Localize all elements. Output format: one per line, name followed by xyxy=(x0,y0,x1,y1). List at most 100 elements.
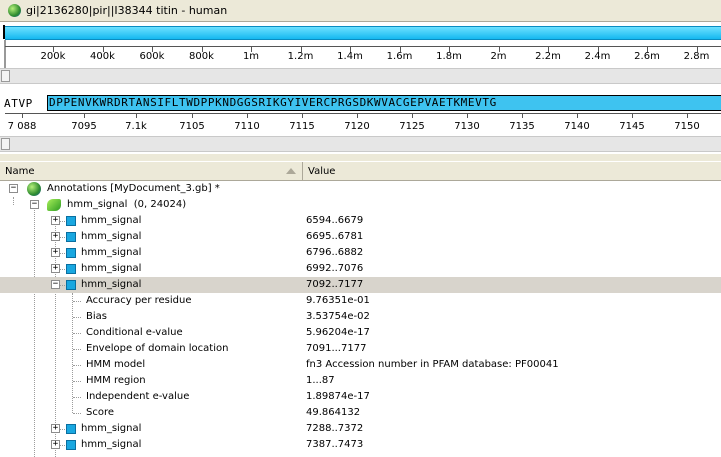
annotation-square-icon xyxy=(66,440,76,450)
sequence-detail-view[interactable]: ATVP DPPENVKWRDRTANSIFLTWDPPKNDGGSRIKGYI… xyxy=(0,86,721,136)
sequence-tick-label: 7110 xyxy=(234,121,260,132)
annotation-square-icon xyxy=(66,424,76,434)
column-header-name-label: Name xyxy=(5,166,35,177)
overview-scrollbar[interactable] xyxy=(0,68,721,84)
sequence-tick-label: 7125 xyxy=(399,121,425,132)
sort-ascending-icon xyxy=(286,168,296,174)
expand-icon[interactable]: + xyxy=(51,232,60,241)
qualifier-row[interactable]: Conditional e-value 5.96204e-17 xyxy=(0,325,721,341)
annotation-location: 6695..6781 xyxy=(306,231,364,242)
expand-icon[interactable]: + xyxy=(51,248,60,257)
collapse-icon[interactable]: − xyxy=(51,280,60,289)
tree-guide xyxy=(60,285,65,286)
tree-group-row[interactable]: − hmm_signal (0, 24024) xyxy=(0,197,721,213)
sequence-scrollbar-thumb[interactable] xyxy=(1,138,10,150)
qualifier-name: Bias xyxy=(86,311,107,322)
annotation-name: hmm_signal xyxy=(81,247,142,258)
sequence-tick xyxy=(577,114,578,118)
tree-guide xyxy=(73,317,81,318)
overview-tick-label: 1.8m xyxy=(436,51,462,62)
annotation-row[interactable]: + hmm_signal 6594..6679 xyxy=(0,213,721,229)
tree-guide xyxy=(60,429,65,430)
column-header-name[interactable]: Name xyxy=(0,162,303,181)
annotation-row[interactable]: + hmm_signal 6796..6882 xyxy=(0,245,721,261)
column-header-value[interactable]: Value xyxy=(303,162,721,181)
overview-ruler xyxy=(5,46,721,47)
qualifier-row[interactable]: Envelope of domain location 7091...7177 xyxy=(0,341,721,357)
sequence-tick-label: 7140 xyxy=(564,121,590,132)
sequence-selected-annotation[interactable]: DPPENVKWRDRTANSIFLTWDPPKNDGGSRIKGYIVERCP… xyxy=(47,95,721,111)
expand-icon[interactable]: + xyxy=(51,440,60,449)
qualifier-value: fn3 Accession number in PFAM database: P… xyxy=(306,359,559,370)
qualifier-name: Envelope of domain location xyxy=(86,343,229,354)
table-header: Name Value xyxy=(0,161,721,181)
qualifier-name: Conditional e-value xyxy=(86,327,183,338)
qualifier-name: Accuracy per residue xyxy=(86,295,192,306)
qualifier-row[interactable]: HMM region 1...87 xyxy=(0,373,721,389)
sequence-globe-icon xyxy=(8,4,21,17)
qualifier-row[interactable]: Independent e-value 1.89874e-17 xyxy=(0,389,721,405)
tree-guide xyxy=(60,237,65,238)
qualifier-value: 49.864132 xyxy=(306,407,361,418)
tree-guide xyxy=(73,397,81,398)
tree-root-row[interactable]: − Annotations [MyDocument_3.gb] * xyxy=(0,181,721,197)
tree-guide xyxy=(73,301,81,302)
overview-sequence-bar[interactable] xyxy=(5,26,721,40)
qualifier-row[interactable]: Bias 3.53754e-02 xyxy=(0,309,721,325)
annotation-location: 7387..7473 xyxy=(306,439,364,450)
sequence-tick-label: 7145 xyxy=(619,121,645,132)
overview-scrollbar-thumb[interactable] xyxy=(1,70,10,82)
qualifier-value: 1...87 xyxy=(306,375,335,386)
annotation-location: 6796..6882 xyxy=(306,247,364,258)
qualifier-row[interactable]: Accuracy per residue 9.76351e-01 xyxy=(0,293,721,309)
annotation-name: hmm_signal xyxy=(81,423,142,434)
qualifier-value: 5.96204e-17 xyxy=(306,327,370,338)
annotation-row[interactable]: + hmm_signal 7387..7473 xyxy=(0,437,721,453)
qualifier-name: Score xyxy=(86,407,115,418)
overview-tick-label: 2.8m xyxy=(683,51,710,62)
view-splitter[interactable] xyxy=(0,154,721,161)
annotations-tree[interactable]: − Annotations [MyDocument_3.gb] * − hmm_… xyxy=(0,181,721,457)
collapse-icon[interactable]: − xyxy=(9,184,18,193)
annotation-name: hmm_signal xyxy=(81,263,142,274)
sequence-tick xyxy=(687,114,688,118)
sequence-tick xyxy=(412,114,413,118)
sequence-tick-label: 7 088 xyxy=(7,121,37,132)
sequence-scrollbar[interactable] xyxy=(0,136,721,152)
tree-guide xyxy=(60,269,65,270)
annotation-row[interactable]: + hmm_signal 6695..6781 xyxy=(0,229,721,245)
overview-tick-label: 2.2m xyxy=(535,51,561,62)
tree-guide xyxy=(73,381,81,382)
overview-tick-label: 2.4m xyxy=(584,51,611,62)
sequence-tick xyxy=(467,114,468,118)
qualifier-row[interactable]: Score 49.864132 xyxy=(0,405,721,421)
overview-tick-label: 600k xyxy=(139,51,165,62)
expand-icon[interactable]: + xyxy=(51,424,60,433)
overview-position-marker-icon[interactable] xyxy=(3,25,11,39)
tree-guide xyxy=(60,445,65,446)
overview-tick-label: 2m xyxy=(490,51,507,62)
annotation-square-icon xyxy=(66,248,76,258)
annotation-row[interactable]: − hmm_signal 7092..7177 xyxy=(0,277,721,293)
qualifier-value: 7091...7177 xyxy=(306,343,367,354)
annotation-square-icon xyxy=(66,232,76,242)
expand-icon[interactable]: + xyxy=(51,216,60,225)
group-label: hmm_signal xyxy=(67,199,128,210)
expand-icon[interactable]: + xyxy=(51,264,60,273)
annotation-row[interactable]: + hmm_signal 7288..7372 xyxy=(0,421,721,437)
sequence-tick-label: 7105 xyxy=(179,121,205,132)
annotation-square-icon xyxy=(66,280,76,290)
overview-cursor-line xyxy=(4,40,6,68)
sequence-overview[interactable]: 200k 400k 600k 800k 1m 1.2m 1.4m 1.6m 1.8m 2m 2.2m… xyxy=(0,22,721,68)
annotation-square-icon xyxy=(66,216,76,226)
sequence-tick xyxy=(632,114,633,118)
tree-guide xyxy=(73,413,81,414)
qualifier-value: 3.53754e-02 xyxy=(306,311,370,322)
sequence-tick xyxy=(192,114,193,118)
tree-guide xyxy=(60,253,65,254)
sequence-tick xyxy=(522,114,523,118)
annotation-row[interactable]: + hmm_signal 6992..7076 xyxy=(0,261,721,277)
collapse-icon[interactable]: − xyxy=(30,200,39,209)
qualifier-row[interactable]: HMM model fn3 Accession number in PFAM da… xyxy=(0,357,721,373)
annotation-name: hmm_signal xyxy=(81,279,142,290)
